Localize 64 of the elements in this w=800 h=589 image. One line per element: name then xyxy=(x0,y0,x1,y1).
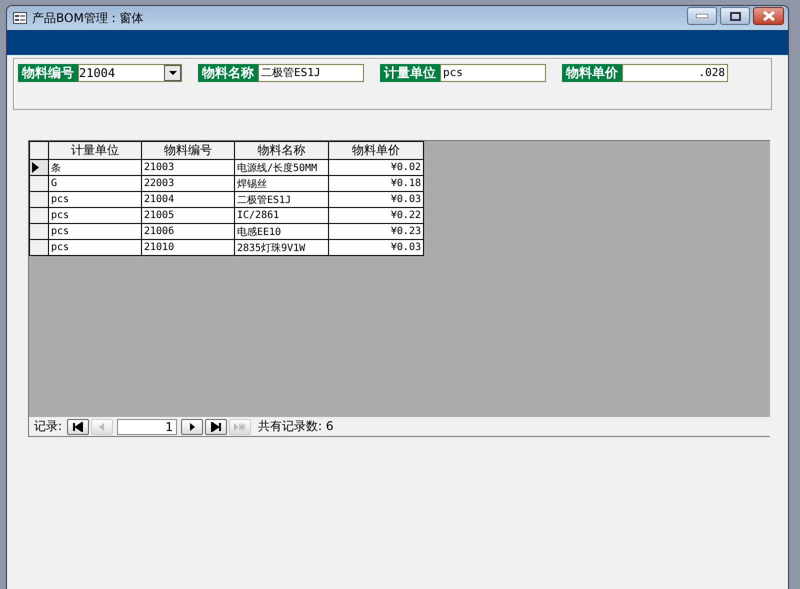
last-icon xyxy=(211,422,222,432)
next-record-button[interactable] xyxy=(181,418,204,434)
maximize-icon xyxy=(730,12,740,20)
close-button[interactable] xyxy=(753,7,784,25)
table-cell: 22003 xyxy=(142,176,234,192)
input-field[interactable]: .028 xyxy=(622,64,728,82)
last-record-button[interactable] xyxy=(205,418,228,434)
row-selector[interactable] xyxy=(30,176,48,192)
minimize-icon xyxy=(696,14,708,18)
table-cell: 21010 xyxy=(142,240,234,256)
field-label: 物料单价 xyxy=(562,64,622,82)
table-cell: ¥0.03 xyxy=(328,192,424,208)
column-header: 物料编号 xyxy=(142,142,234,160)
first-icon xyxy=(73,422,84,432)
next-icon xyxy=(187,422,198,432)
close-icon xyxy=(762,11,774,21)
dropdown-button[interactable] xyxy=(164,65,181,81)
row-selector[interactable] xyxy=(30,192,48,208)
table-cell: 条 xyxy=(48,160,142,176)
field-label: 计量单位 xyxy=(380,64,440,82)
table-cell: 电源线/长度50MM xyxy=(234,160,328,176)
window-title: 产品BOM管理 : 窗体 xyxy=(32,10,144,26)
column-header: 计量单位 xyxy=(48,142,142,160)
column-header: 物料单价 xyxy=(328,142,424,160)
table-cell: ¥0.18 xyxy=(328,176,424,192)
first-record-button[interactable] xyxy=(67,418,90,434)
table-cell: 21005 xyxy=(142,208,234,224)
table-cell: ¥0.02 xyxy=(328,160,424,176)
table-cell: G xyxy=(48,176,142,192)
table-cell: ¥0.03 xyxy=(328,240,424,256)
table-cell: ¥0.22 xyxy=(328,208,424,224)
maximize-button[interactable] xyxy=(720,7,750,25)
table-cell: pcs xyxy=(48,192,142,208)
table-cell: pcs xyxy=(48,208,142,224)
table-cell: pcs xyxy=(48,240,142,256)
record-label: 记录: xyxy=(34,418,62,435)
table-cell: pcs xyxy=(48,224,142,240)
input-field[interactable]: pcs xyxy=(440,64,546,82)
table-cell: 21004 xyxy=(142,192,234,208)
row-selector[interactable] xyxy=(30,240,48,256)
column-header: 物料名称 xyxy=(234,142,328,160)
input-field[interactable]: 二极管ES1J xyxy=(258,64,364,82)
table-cell: ¥0.23 xyxy=(328,224,424,240)
field-label: 物料名称 xyxy=(198,64,258,82)
row-selector[interactable] xyxy=(30,224,48,240)
row-selector[interactable] xyxy=(30,208,48,224)
field-label: 物料编号 xyxy=(18,64,78,82)
record-count: 共有记录数: 6 xyxy=(258,418,334,435)
corner-cell xyxy=(30,142,48,160)
minimize-button[interactable] xyxy=(687,7,717,25)
caret-icon xyxy=(168,71,176,75)
table-cell: 21003 xyxy=(142,160,234,176)
combo-box[interactable]: 21004 xyxy=(78,64,182,82)
new-icon xyxy=(233,422,248,432)
table-cell: 21006 xyxy=(142,224,234,240)
row-selector[interactable] xyxy=(30,160,48,176)
table-cell: 焊锡丝 xyxy=(234,176,328,192)
table-cell: 二极管ES1J xyxy=(234,192,328,208)
record-number-field[interactable]: 1 xyxy=(117,418,178,434)
table-cell: 2835灯珠9V1W xyxy=(234,240,328,256)
form-icon xyxy=(13,12,27,24)
table-cell: 电感EE10 xyxy=(234,224,328,240)
current-record-icon xyxy=(32,162,39,173)
table-cell: IC/2861 xyxy=(234,208,328,224)
